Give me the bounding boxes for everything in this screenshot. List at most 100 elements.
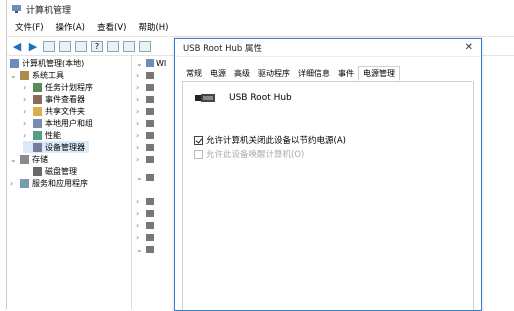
device-category-row[interactable]: ›: [136, 231, 154, 243]
chevron-right-icon[interactable]: ›: [136, 95, 144, 104]
device-category-row[interactable]: ›: [136, 207, 154, 219]
folder-icon: [33, 106, 42, 116]
device-header: USB Root Hub: [195, 93, 292, 103]
storage-icon: [20, 154, 29, 164]
view-icon[interactable]: [123, 40, 135, 52]
tree-item-device-manager[interactable]: 设备管理器: [23, 141, 89, 153]
tab-advanced[interactable]: 高级: [230, 66, 254, 81]
tree-item-event-viewer[interactable]: › 事件查看器: [23, 93, 85, 105]
usb-plug-icon: [195, 94, 215, 102]
device-category-row[interactable]: ›: [136, 153, 154, 165]
chevron-down-icon[interactable]: ⌄: [10, 155, 18, 164]
chevron-right-icon[interactable]: ›: [10, 179, 18, 188]
device-category-row[interactable]: ›: [136, 105, 154, 117]
menu-view[interactable]: 查看(V): [97, 21, 126, 33]
allow-power-off-option[interactable]: 允许计算机关闭此设备以节约电源(A): [194, 134, 346, 146]
tools-icon: [20, 70, 29, 80]
tree-root[interactable]: 计算机管理(本地): [10, 57, 84, 69]
tree-item-shared-folders[interactable]: › 共享文件夹: [23, 105, 85, 117]
device-category-row[interactable]: ›: [136, 195, 154, 207]
forward-arrow-icon[interactable]: ▶: [27, 41, 39, 52]
device-category-icon: [146, 83, 154, 91]
up-folder-icon[interactable]: [43, 40, 55, 52]
disk-icon: [33, 166, 42, 176]
tree-item-task-scheduler[interactable]: › 任务计划程序: [23, 81, 93, 93]
menu-bar: 文件(F) 操作(A) 查看(V) 帮助(H): [7, 20, 172, 34]
device-category-icon: [146, 197, 154, 205]
allow-power-off-label: 允许计算机关闭此设备以节约电源(A): [206, 136, 346, 146]
chevron-right-icon[interactable]: ›: [23, 131, 31, 140]
device-category-icon: [146, 107, 154, 115]
chevron-down-icon[interactable]: ⌄: [136, 59, 144, 68]
computer-management-icon: [12, 5, 21, 13]
tree-item-performance[interactable]: › 性能: [23, 129, 61, 141]
device-category-icon: [146, 209, 154, 217]
close-icon[interactable]: ✕: [465, 42, 473, 53]
device-category-row[interactable]: ›: [136, 219, 154, 231]
chevron-right-icon[interactable]: ›: [136, 131, 144, 140]
menu-help[interactable]: 帮助(H): [138, 21, 168, 33]
title-bar: 计算机管理: [7, 0, 514, 19]
help-icon[interactable]: ?: [91, 40, 103, 52]
menu-file[interactable]: 文件(F): [15, 21, 44, 33]
chevron-right-icon[interactable]: ›: [136, 155, 144, 164]
chevron-right-icon[interactable]: ›: [23, 119, 31, 128]
window-title: 计算机管理: [26, 6, 72, 16]
chevron-right-icon[interactable]: ›: [136, 197, 144, 206]
usb-root-hub-properties-dialog: USB Root Hub 属性 ✕ 常规 电源 高级 驱动程序 详细信息 事件 …: [174, 38, 482, 311]
device-root-row[interactable]: ⌄ WI: [136, 57, 166, 69]
tree-system-tools[interactable]: ⌄ 系统工具: [10, 69, 64, 81]
device-name: USB Root Hub: [229, 93, 292, 103]
device-category-icon: [146, 221, 154, 229]
chevron-right-icon[interactable]: ›: [136, 143, 144, 152]
chevron-right-icon[interactable]: ›: [136, 107, 144, 116]
device-category-row[interactable]: ⌄: [136, 171, 154, 183]
chevron-right-icon[interactable]: ›: [136, 209, 144, 218]
chevron-right-icon[interactable]: ›: [136, 221, 144, 230]
show-hide-tree-icon[interactable]: [59, 40, 71, 52]
chevron-right-icon[interactable]: ›: [136, 233, 144, 242]
computer-icon: [146, 59, 154, 67]
chevron-right-icon[interactable]: ›: [136, 119, 144, 128]
usb-controller-icon: [146, 245, 154, 253]
menu-action[interactable]: 操作(A): [56, 21, 85, 33]
properties-icon[interactable]: [75, 40, 87, 52]
chevron-right-icon[interactable]: ›: [136, 83, 144, 92]
back-arrow-icon[interactable]: ◀: [11, 41, 23, 52]
chevron-right-icon[interactable]: ›: [23, 83, 31, 92]
chevron-right-icon[interactable]: ›: [136, 71, 144, 80]
device-category-row[interactable]: ›: [136, 117, 154, 129]
tab-power-management[interactable]: 电源管理: [358, 66, 400, 81]
tab-power[interactable]: 电源: [206, 66, 230, 81]
device-category-row[interactable]: ›: [136, 141, 154, 153]
dialog-title: USB Root Hub 属性: [183, 43, 262, 54]
device-category-row[interactable]: ›: [136, 69, 154, 81]
tab-general[interactable]: 常规: [182, 66, 206, 81]
tab-events[interactable]: 事件: [334, 66, 358, 81]
chevron-down-icon[interactable]: ⌄: [136, 245, 144, 254]
tree-services-apps[interactable]: › 服务和应用程序: [10, 177, 88, 189]
device-manager-icon: [33, 142, 42, 152]
allow-wake-option: 允许此设备唤醒计算机(O): [194, 148, 304, 160]
scan-hardware-icon[interactable]: [139, 40, 151, 52]
device-category-row[interactable]: ›: [136, 129, 154, 141]
device-category-row[interactable]: ⌄: [136, 243, 154, 255]
console-tree: 计算机管理(本地) ⌄ 系统工具 › 任务计划程序 › 事件查看器 › 共享文件…: [7, 55, 132, 309]
chevron-right-icon[interactable]: ›: [23, 95, 31, 104]
tab-details[interactable]: 详细信息: [294, 66, 334, 81]
device-category-icon: [146, 233, 154, 241]
chevron-down-icon[interactable]: ⌄: [10, 71, 18, 80]
tree-item-local-users[interactable]: › 本地用户和组: [23, 117, 93, 129]
tab-driver[interactable]: 驱动程序: [254, 66, 294, 81]
users-icon: [33, 118, 42, 128]
action-pane-icon[interactable]: [107, 40, 119, 52]
device-category-row[interactable]: ›: [136, 93, 154, 105]
computer-icon: [10, 58, 19, 68]
tree-storage[interactable]: ⌄ 存储: [10, 153, 48, 165]
tree-item-disk-management[interactable]: 磁盘管理: [33, 165, 77, 177]
allow-wake-checkbox: [194, 149, 203, 159]
chevron-down-icon[interactable]: ⌄: [136, 173, 144, 182]
device-category-row[interactable]: ›: [136, 81, 154, 93]
allow-power-off-checkbox[interactable]: [194, 135, 203, 145]
chevron-right-icon[interactable]: ›: [23, 107, 31, 116]
